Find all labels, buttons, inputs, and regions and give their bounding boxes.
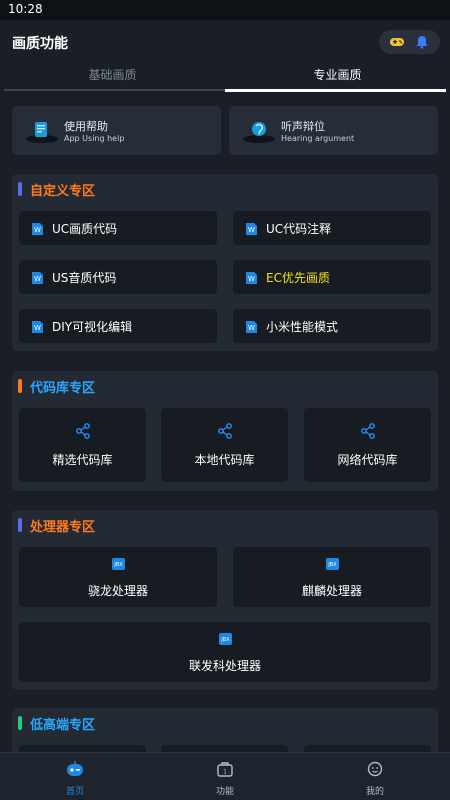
tab-basic-quality[interactable]: 基础画质 <box>0 64 225 92</box>
app-header: 画质功能 <box>0 20 450 64</box>
item-xiaomi-performance[interactable]: W 小米性能模式 <box>233 309 431 343</box>
section-marker <box>18 518 22 532</box>
nav-label: 我的 <box>365 787 384 797</box>
code-doc-icon: W <box>31 319 44 333</box>
chip-icon: JBX <box>218 630 232 649</box>
section-marker <box>18 716 22 730</box>
share-icon <box>75 422 91 443</box>
bottom-nav: 首页 1 功能 我的 <box>0 752 450 800</box>
item-placeholder[interactable] <box>304 745 431 752</box>
item-featured-repo[interactable]: 精选代码库 <box>19 408 146 482</box>
item-network-repo[interactable]: 网络代码库 <box>304 408 431 482</box>
nav-features[interactable]: 1 功能 <box>150 761 300 797</box>
item-us-audio-code[interactable]: W US音质代码 <box>19 260 217 294</box>
section-title: 自定义专区 <box>30 184 96 199</box>
toolbox-icon: 1 <box>216 761 234 781</box>
item-label: 小米性能模式 <box>266 319 339 334</box>
home-robot-icon <box>65 761 85 781</box>
code-doc-icon: W <box>245 319 258 333</box>
item-mediatek[interactable]: JBX 联发科处理器 <box>19 622 431 682</box>
item-placeholder[interactable] <box>161 745 288 752</box>
help-card-usage[interactable]: 使用帮助 App Using help <box>12 106 221 155</box>
code-doc-icon: W <box>31 221 44 235</box>
nav-label: 首页 <box>65 787 84 797</box>
main-content[interactable]: 使用帮助 App Using help 听声辩位 Hearing argumen… <box>0 92 450 752</box>
item-label: 联发科处理器 <box>188 659 261 673</box>
help-card-hearing[interactable]: 听声辩位 Hearing argument <box>229 106 438 155</box>
item-label: 麒麟处理器 <box>301 584 362 598</box>
share-icon <box>217 422 233 443</box>
gamepad-icon[interactable] <box>389 34 405 50</box>
svg-text:W: W <box>248 226 255 234</box>
item-label: UC代码注释 <box>266 221 332 236</box>
section-low-high-end: 低高端专区 <box>12 708 438 752</box>
svg-text:JBX: JBX <box>327 562 337 568</box>
item-diy-visual-editor[interactable]: W DIY可视化编辑 <box>19 309 217 343</box>
tab-divider <box>4 89 225 91</box>
help-book-icon <box>24 118 60 144</box>
section-title: 处理器专区 <box>30 520 96 535</box>
code-doc-icon: W <box>245 270 258 284</box>
svg-text:W: W <box>248 324 255 332</box>
help-card-subtitle: Hearing argument <box>281 134 355 143</box>
svg-text:JBX: JBX <box>113 562 123 568</box>
item-uc-quality-code[interactable]: W UC画质代码 <box>19 211 217 245</box>
svg-text:JBX: JBX <box>220 637 230 643</box>
item-label: 网络代码库 <box>337 452 398 467</box>
item-label: 精选代码库 <box>52 452 113 467</box>
status-time: 10:28 <box>8 2 43 16</box>
svg-text:W: W <box>248 275 255 283</box>
section-processor: 处理器专区 JBX 骁龙处理器 JBX 麒麟处理器 JBX 联发科处理器 <box>12 510 438 690</box>
bell-icon[interactable] <box>414 34 430 50</box>
item-label: 骁龙处理器 <box>87 584 148 598</box>
tab-bar: 基础画质 专业画质 <box>0 64 450 92</box>
svg-text:W: W <box>34 324 41 332</box>
item-snapdragon[interactable]: JBX 骁龙处理器 <box>19 547 217 607</box>
hearing-icon <box>241 118 277 144</box>
help-card-title: 听声辩位 <box>281 120 325 133</box>
nav-profile[interactable]: 我的 <box>300 761 450 797</box>
item-label: UC画质代码 <box>52 221 118 236</box>
section-title: 代码库专区 <box>30 381 96 396</box>
item-label: DIY可视化编辑 <box>52 319 133 334</box>
nav-label: 功能 <box>215 787 234 797</box>
chip-icon: JBX <box>111 555 125 574</box>
section-title: 低高端专区 <box>30 718 96 733</box>
status-bar: 10:28 <box>0 0 450 20</box>
code-doc-icon: W <box>245 221 258 235</box>
svg-text:W: W <box>34 226 41 234</box>
section-marker <box>18 182 22 196</box>
item-kirin[interactable]: JBX 麒麟处理器 <box>233 547 431 607</box>
item-label: US音质代码 <box>52 270 117 285</box>
help-card-subtitle: App Using help <box>64 134 125 143</box>
section-code-repo: 代码库专区 精选代码库 本地代码库 网络代码库 <box>12 371 438 491</box>
tab-pro-quality[interactable]: 专业画质 <box>225 64 450 92</box>
svg-text:1: 1 <box>223 769 227 776</box>
item-local-repo[interactable]: 本地代码库 <box>161 408 288 482</box>
profile-face-icon <box>366 761 384 781</box>
share-icon <box>360 422 376 443</box>
chip-icon: JBX <box>325 555 339 574</box>
item-uc-code-notes[interactable]: W UC代码注释 <box>233 211 431 245</box>
svg-text:W: W <box>34 275 41 283</box>
item-placeholder[interactable] <box>19 745 146 752</box>
item-ec-priority-quality[interactable]: W EC优先画质 <box>233 260 431 294</box>
help-card-title: 使用帮助 <box>64 120 108 133</box>
item-label: 本地代码库 <box>194 452 255 467</box>
code-doc-icon: W <box>31 270 44 284</box>
section-custom: 自定义专区 W UC画质代码 W UC代码注释 W US音质代码 W EC优先画… <box>12 174 438 351</box>
section-marker <box>18 379 22 393</box>
nav-home[interactable]: 首页 <box>0 761 150 797</box>
page-title: 画质功能 <box>12 36 68 52</box>
item-label-highlight: EC优先画质 <box>266 270 330 285</box>
header-actions <box>379 30 440 54</box>
